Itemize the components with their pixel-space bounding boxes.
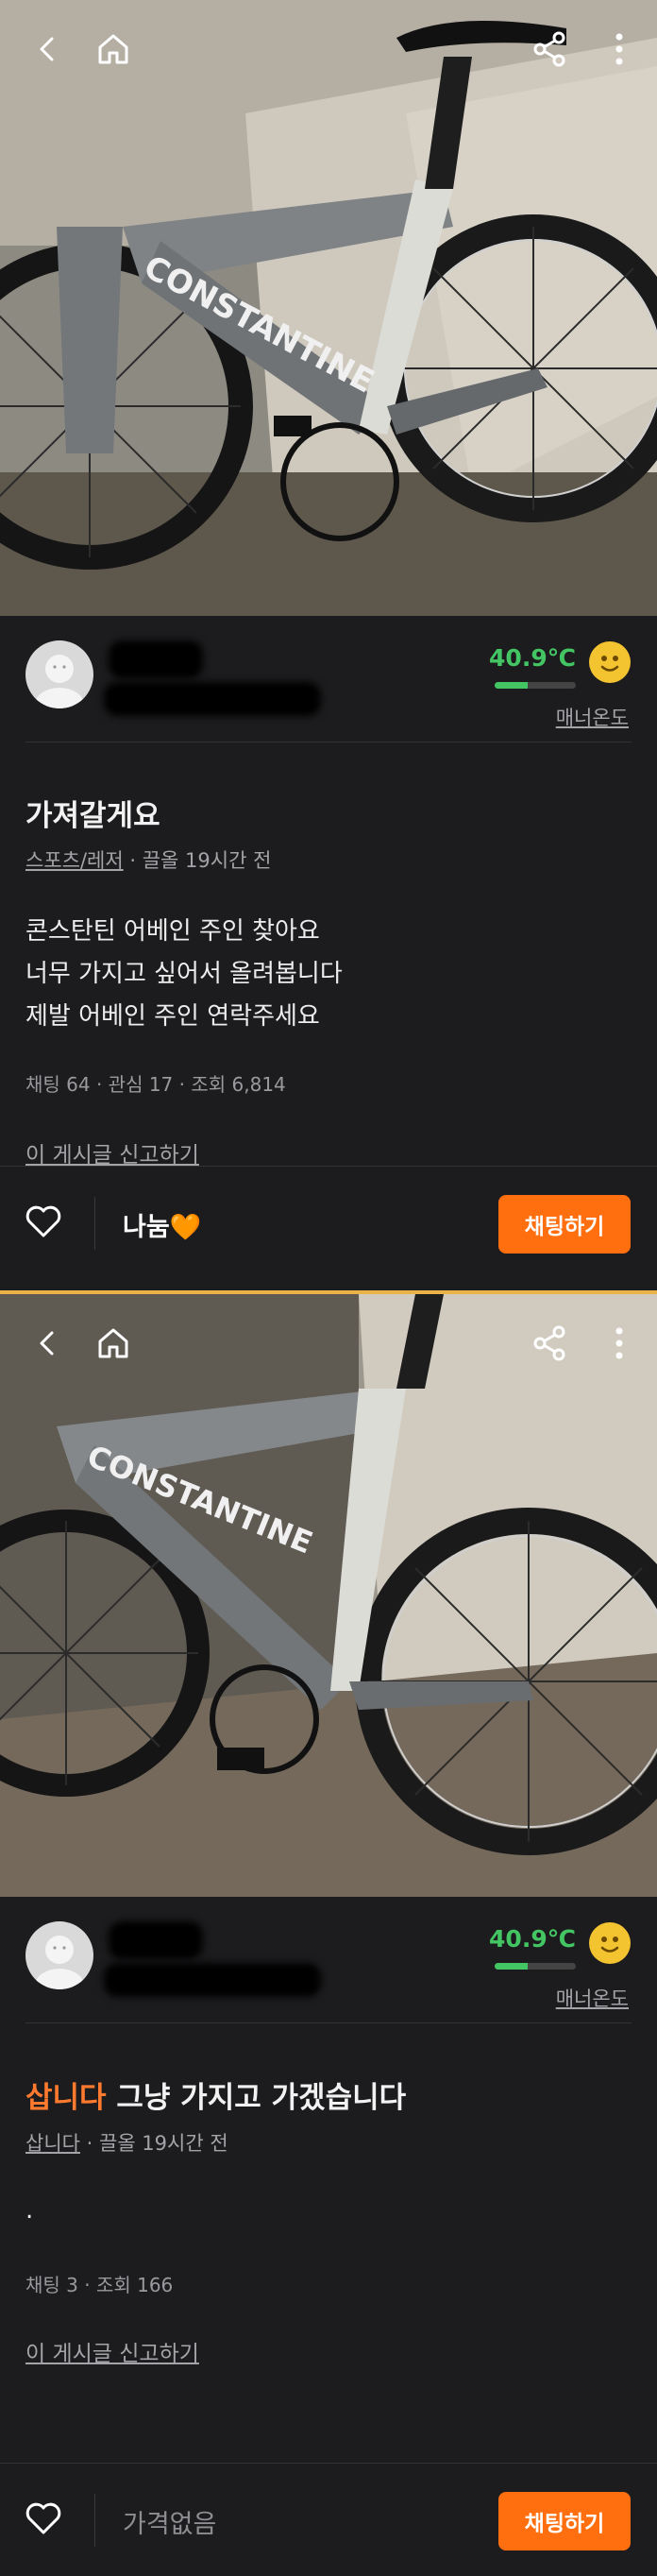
post-body-line: 콘스탄틴 어베인 주인 찾아요 [25, 917, 320, 946]
seller-profile[interactable]: 40.9℃ 매너온도 [0, 616, 657, 739]
seller-avatar[interactable] [25, 640, 93, 708]
price-label: 가격없음 [123, 2510, 217, 2539]
home-icon[interactable] [87, 1317, 140, 1370]
home-icon[interactable] [87, 23, 140, 76]
divider [94, 2494, 95, 2547]
manner-temperature-bar [495, 1963, 576, 1970]
post-title: 가져갈게요 [25, 799, 160, 833]
back-icon[interactable] [21, 1317, 74, 1370]
more-icon[interactable] [593, 23, 646, 76]
post-time: · 끌올 19시간 전 [79, 2132, 228, 2155]
heart-icon[interactable] [25, 2501, 62, 2539]
divider [25, 2022, 632, 2023]
seller-name-redacted [109, 1921, 203, 1959]
manner-temperature-bar [495, 682, 576, 689]
share-icon[interactable] [523, 1317, 576, 1370]
heart-icon[interactable] [25, 1204, 62, 1242]
post-title-tag: 삽니다 [25, 2081, 107, 2115]
seller-location-redacted [104, 1963, 321, 1997]
post-time: · 끌올 19시간 전 [123, 849, 272, 872]
post-stats: 채팅 64 · 관심 17 · 조회 6,814 [25, 1073, 286, 1096]
smiley-icon [589, 1922, 631, 1964]
seller-name-redacted [109, 640, 203, 678]
more-icon[interactable] [593, 1317, 646, 1370]
post-body-line: . [25, 2196, 34, 2225]
divider [94, 1197, 95, 1250]
top-navigation-bar [0, 1294, 657, 1389]
manner-temperature-value: 40.9℃ [489, 1925, 576, 1953]
share-icon[interactable] [523, 23, 576, 76]
post-body-line: 제발 어베인 주인 연락주세요 [25, 1002, 320, 1031]
seller-profile[interactable]: 40.9℃ 매너온도 [0, 1897, 657, 2020]
report-post-link[interactable]: 이 게시글 신고하기 [25, 1136, 199, 1169]
post-body-line: 너무 가지고 싶어서 올려봅니다 [25, 960, 343, 988]
post-meta: 삽니다 · 끌올 19시간 전 [25, 2128, 228, 2157]
bottom-action-bar: 가격없음 채팅하기 [0, 2463, 657, 2576]
post-meta: 스포츠/레저 · 끌올 19시간 전 [25, 845, 271, 874]
post-screen-2: CONSTANTINE 40.9℃ 매너온도 삽니다 그냥 가지고 가겠습니다 … [0, 1290, 657, 2576]
post-category-link[interactable]: 스포츠/레저 [25, 849, 124, 872]
seller-location-redacted [104, 682, 321, 716]
bottom-action-bar: 나눔🧡 채팅하기 [0, 1166, 657, 1280]
manner-temperature-value: 40.9℃ [489, 644, 576, 672]
report-post-link[interactable]: 이 게시글 신고하기 [25, 2335, 199, 2367]
manner-temperature-label[interactable]: 매너온도 [556, 703, 629, 731]
post-title-text: 그냥 가지고 가겠습니다 [106, 2081, 407, 2115]
post-title: 삽니다 그냥 가지고 가겠습니다 [25, 2073, 406, 2116]
manner-temperature-fill [495, 1963, 529, 1970]
chat-button[interactable]: 채팅하기 [498, 1195, 631, 1254]
post-stats: 채팅 3 · 조회 166 [25, 2274, 174, 2296]
post-screen-1: CONSTANTINE 40.9℃ 매너온도 가져갈게요 스포츠/레저 · 끌올… [0, 0, 657, 1290]
seller-avatar[interactable] [25, 1921, 93, 1989]
manner-temperature-fill [495, 682, 529, 689]
chat-button[interactable]: 채팅하기 [498, 2492, 631, 2550]
back-icon[interactable] [21, 23, 74, 76]
price-label: 나눔🧡 [123, 1213, 202, 1242]
post-category-link[interactable]: 삽니다 [25, 2132, 80, 2155]
top-navigation-bar [0, 0, 657, 94]
manner-temperature-label[interactable]: 매너온도 [556, 1984, 629, 2012]
smiley-icon [589, 641, 631, 683]
